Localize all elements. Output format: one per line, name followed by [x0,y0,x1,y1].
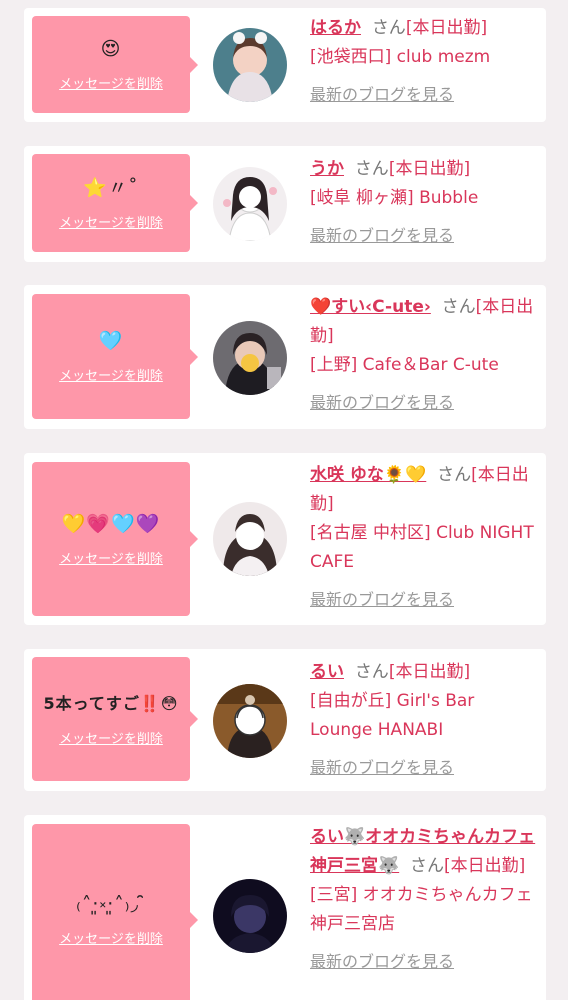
message-card: ₍˄·͈༝·͈˄₎◞ ̑̑ メッセージを削除 るい🐺オオカミちゃんカフェ神戸三宮… [24,815,546,1000]
cast-name-link[interactable]: ❤️すい‹C-ute› [310,297,431,317]
message-bubble: 😍 メッセージを削除 [32,16,198,113]
message-card: 💛💗🩵💜 メッセージを削除 水咲 ゆな🌻💛 さん[本日出勤] [名古屋 中村区]… [24,453,546,625]
san-label: さん [354,662,389,682]
cast-name-link[interactable]: うか [310,159,344,179]
cast-info: うか さん[本日出勤] [岐阜 柳ヶ瀬] Bubble 最新のブログを見る [310,155,540,251]
status-text: [本日出勤] [388,662,471,682]
avatar[interactable] [213,879,287,953]
latest-blog-link[interactable]: 最新のブログを見る [310,753,454,782]
message-card: 5本ってすご‼️😳 メッセージを削除 るい さん[本日出勤] [自由が丘] Gi… [24,649,546,791]
message-card: 🩵 メッセージを削除 ❤️すい‹C-ute› さん[本日出勤] [上野] Caf… [24,285,546,429]
delete-message-link[interactable]: メッセージを削除 [59,928,163,947]
message-bubble: 5本ってすご‼️😳 メッセージを削除 [32,657,198,781]
message-text: 5本ってすご‼️😳 [43,693,179,713]
shop-location: [三宮] オオカミちゃんカフェ神戸三宮店 [310,885,533,934]
status-text: [本日出勤] [405,18,488,38]
message-bubble: 💛💗🩵💜 メッセージを削除 [32,462,198,616]
message-text: ₍˄·͈༝·͈˄₎◞ ̑̑ [76,893,146,915]
latest-blog-link[interactable]: 最新のブログを見る [310,947,454,976]
cast-name-link[interactable]: はるか [310,18,361,38]
san-label: さん [371,18,406,38]
status-text: [本日出勤] [443,856,526,876]
cast-info: はるか さん[本日出勤] [池袋西口] club mezm 最新のブログを見る [310,14,540,110]
message-text: 😍 [100,38,122,60]
cast-info: ❤️すい‹C-ute› さん[本日出勤] [上野] Cafe＆Bar C-ute… [310,293,540,418]
avatar[interactable] [213,502,287,576]
delete-message-link[interactable]: メッセージを削除 [59,365,163,384]
cast-info: るい さん[本日出勤] [自由が丘] Girl's Bar Lounge HAN… [310,658,540,783]
san-label: さん [437,465,472,485]
delete-message-link[interactable]: メッセージを削除 [59,548,163,567]
message-bubble: ₍˄·͈༝·͈˄₎◞ ̑̑ メッセージを削除 [32,824,198,1000]
delete-message-link[interactable]: メッセージを削除 [59,212,163,231]
san-label: さん [441,297,476,317]
message-bubble: ⭐️〃˚ メッセージを削除 [32,154,198,252]
avatar[interactable] [213,684,287,758]
cast-name-link[interactable]: 水咲 ゆな🌻💛 [310,465,426,485]
latest-blog-link[interactable]: 最新のブログを見る [310,585,454,614]
delete-message-link[interactable]: メッセージを削除 [59,728,163,747]
cast-name-link[interactable]: るい [310,662,344,682]
shop-location: [岐阜 柳ヶ瀬] Bubble [310,188,479,208]
message-card: 😍 メッセージを削除 はるか さん[本日出勤] [池袋西口] club mezm… [24,8,546,122]
delete-message-link[interactable]: メッセージを削除 [59,73,163,92]
message-text: ⭐️〃˚ [83,176,139,199]
shop-location: [上野] Cafe＆Bar C-ute [310,355,499,375]
san-label: さん [354,159,389,179]
cast-info: 水咲 ゆな🌻💛 さん[本日出勤] [名古屋 中村区] Club NIGHT CA… [310,461,540,615]
latest-blog-link[interactable]: 最新のブログを見る [310,388,454,417]
shop-location: [自由が丘] Girl's Bar Lounge HANABI [310,691,475,740]
message-text: 🩵 [98,330,124,352]
shop-location: [名古屋 中村区] Club NIGHT CAFE [310,523,534,572]
message-bubble: 🩵 メッセージを削除 [32,294,198,419]
avatar[interactable] [213,28,287,102]
shop-location: [池袋西口] club mezm [310,47,491,67]
message-card: ⭐️〃˚ メッセージを削除 うか さん[本日出勤] [岐阜 柳ヶ瀬] Bubbl… [24,146,546,262]
san-label: さん [409,856,444,876]
avatar[interactable] [213,167,287,241]
status-text: [本日出勤] [388,159,471,179]
latest-blog-link[interactable]: 最新のブログを見る [310,221,454,250]
cast-info: るい🐺オオカミちゃんカフェ神戸三宮🐺 さん[本日出勤] [三宮] オオカミちゃん… [310,823,540,977]
latest-blog-link[interactable]: 最新のブログを見る [310,80,454,109]
message-text: 💛💗🩵💜 [61,512,161,535]
avatar[interactable] [213,321,287,395]
